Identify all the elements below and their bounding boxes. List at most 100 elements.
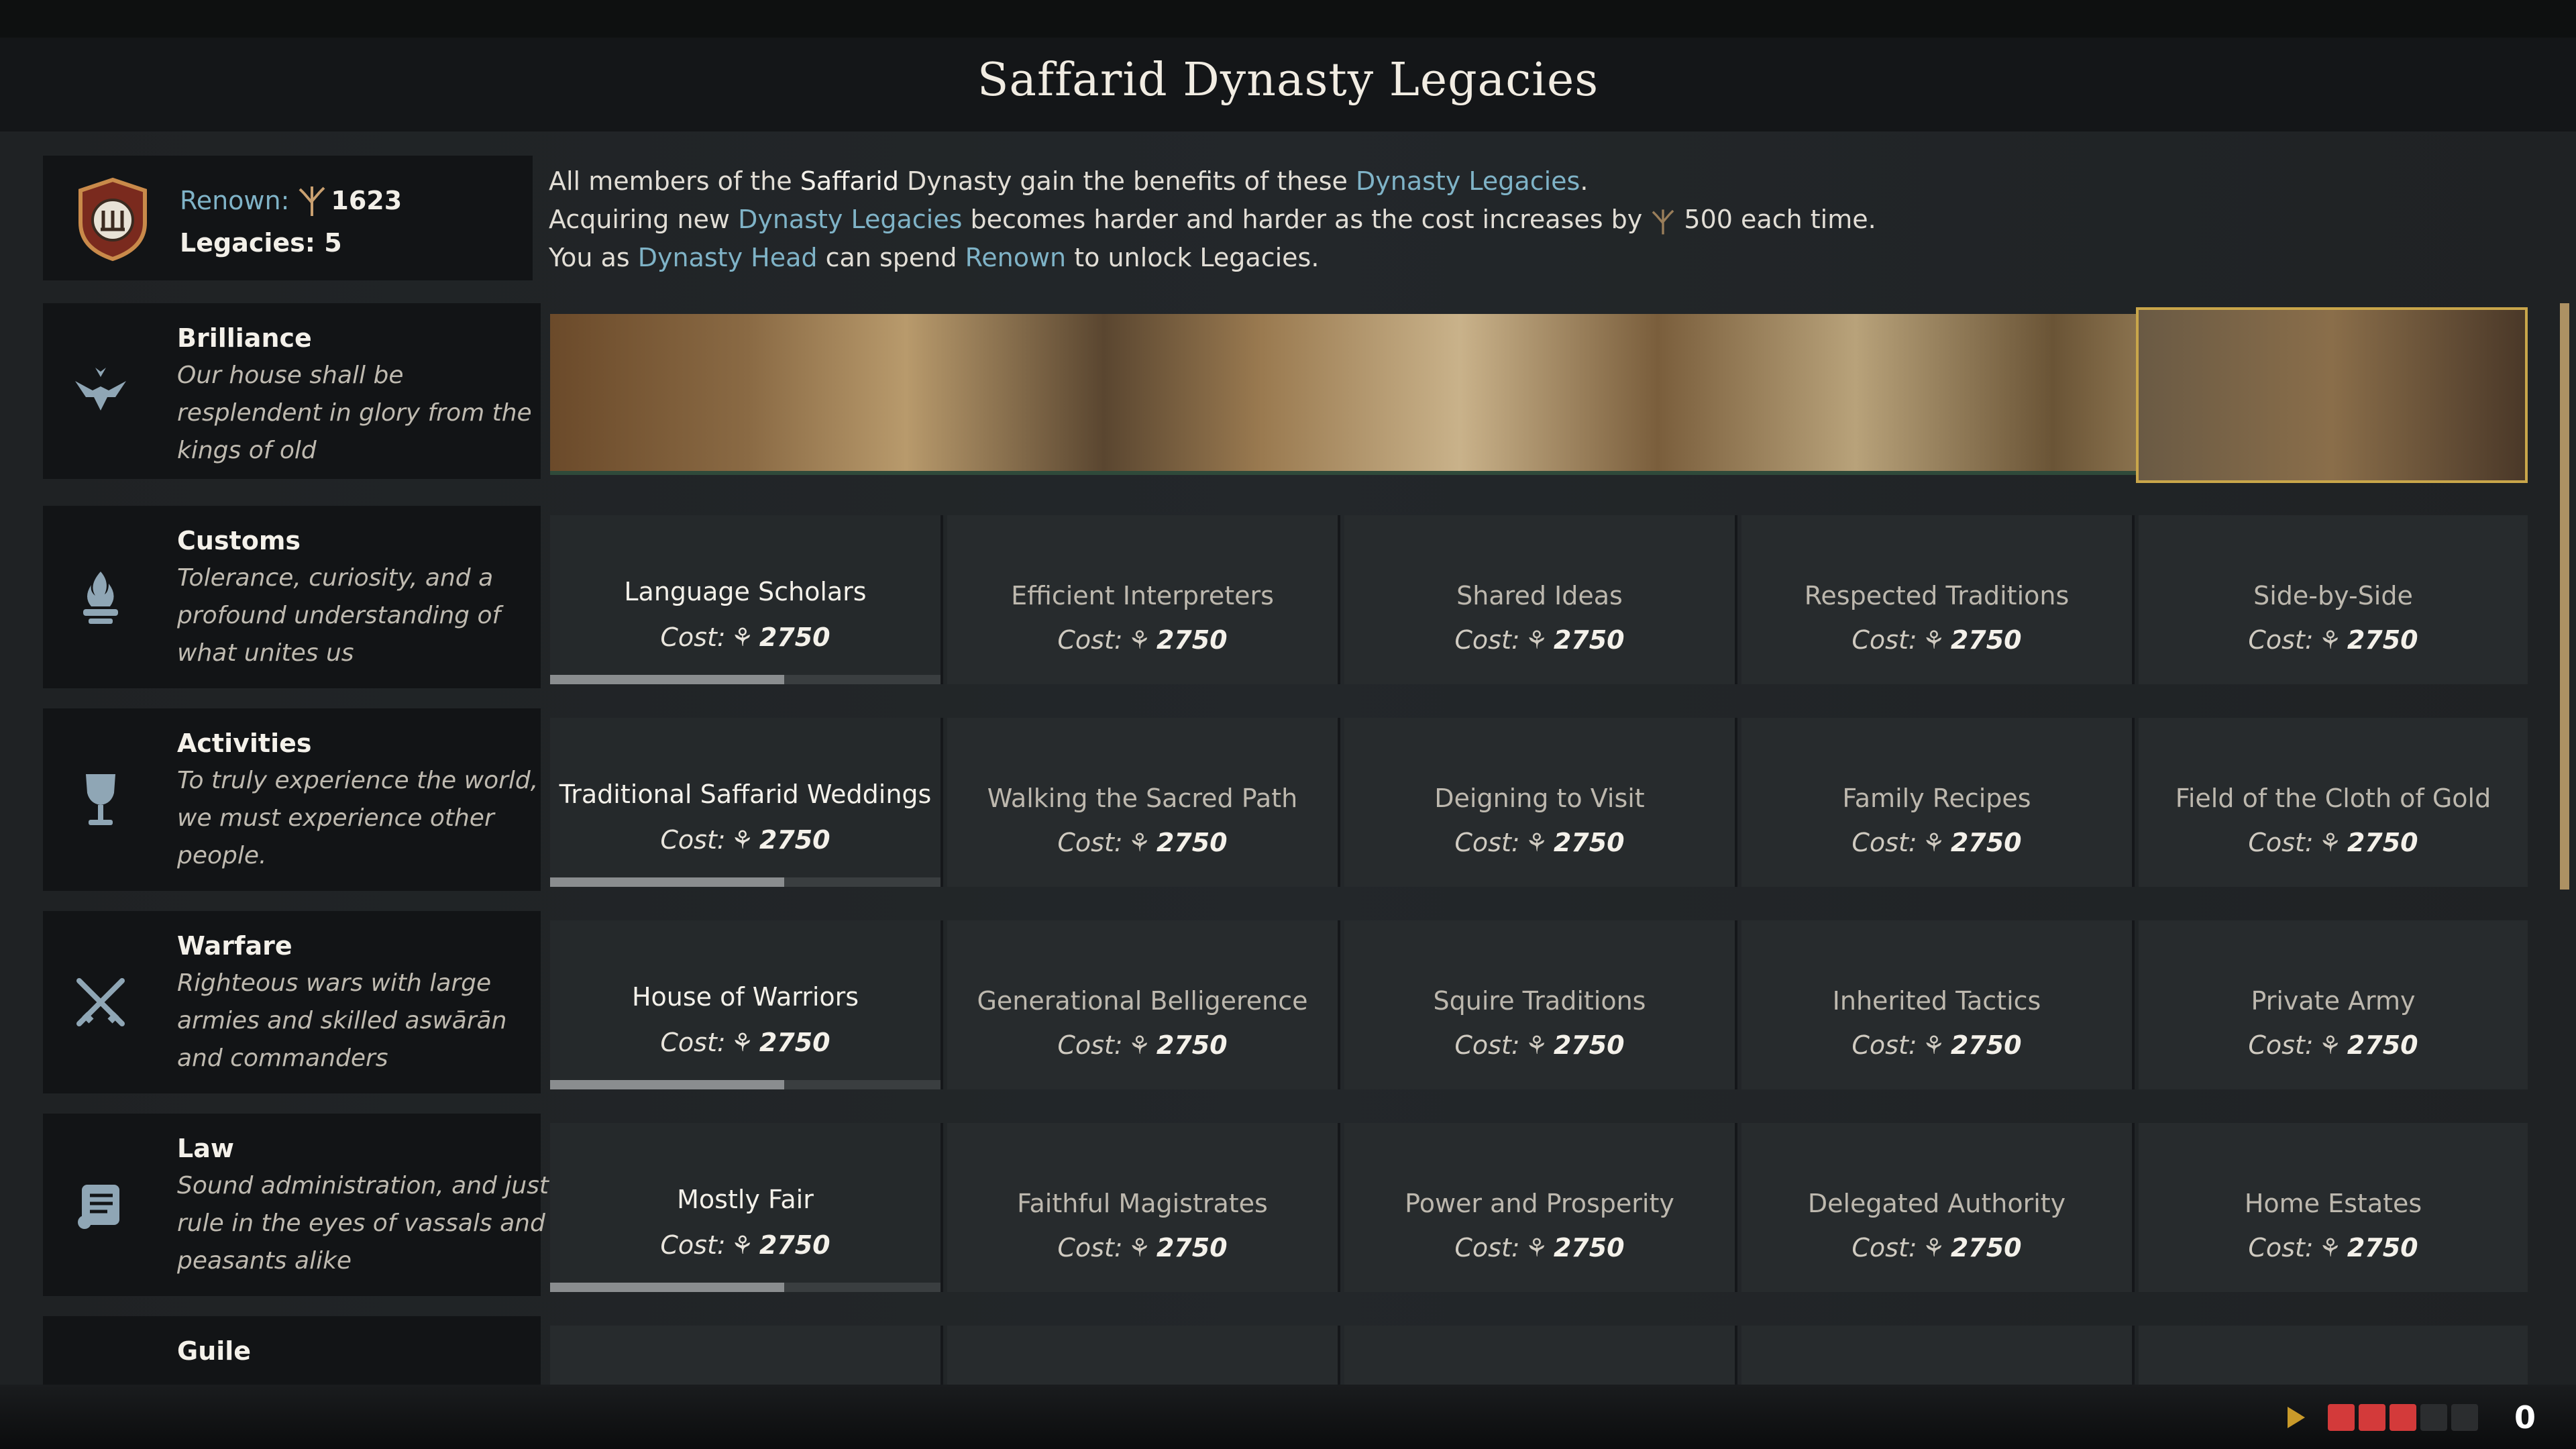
dynasty-legacies-link[interactable]: Dynasty Legacies	[1356, 166, 1580, 196]
legacy-card[interactable]: Deigning to Visit Cost: ⚘ 2750	[1344, 718, 1737, 887]
category-customs[interactable]: Customs Tolerance, curiosity, and a prof…	[43, 506, 541, 688]
legacy-card[interactable]	[1741, 1326, 2135, 1385]
legacy-cost: Cost: ⚘ 2750	[1344, 625, 1735, 655]
legacy-card[interactable]: Efficient Interpreters Cost: ⚘ 2750	[947, 515, 1340, 684]
cost-label: Cost:	[1851, 828, 1917, 857]
cost-value: 2750	[759, 623, 830, 652]
legacy-card[interactable]: Power and Prosperity Cost: ⚘ 2750	[1344, 1123, 1737, 1292]
legacy-card[interactable]: Faithful Magistrates Cost: ⚘ 2750	[947, 1123, 1340, 1292]
legacy-cost: Cost: ⚘ 2750	[2139, 828, 2528, 857]
dynasty-legacies-link[interactable]: Dynasty Legacies	[738, 205, 962, 234]
desc-text: can spend	[825, 243, 957, 272]
desc-text: each time.	[1741, 205, 1876, 234]
scroll-icon	[78, 1185, 119, 1229]
legacy-cost: Cost: ⚘ 2750	[947, 625, 1338, 655]
legacy-cost: Cost: ⚘ 2750	[947, 828, 1338, 857]
cost-label: Cost:	[1454, 828, 1520, 857]
legacy-card[interactable]: Inherited Tactics Cost: ⚘ 2750	[1741, 920, 2135, 1089]
counter-value: 0	[2514, 1399, 2536, 1436]
category-guile[interactable]: Guile	[43, 1316, 541, 1385]
cost-value: 2750	[2347, 828, 2418, 857]
top-resource-bar	[0, 0, 2576, 38]
legacy-card[interactable]: Family Recipes Cost: ⚘ 2750	[1741, 718, 2135, 887]
category-law[interactable]: Law Sound administration, and just rule …	[43, 1114, 549, 1296]
customs-legacy-track: Language Scholars Cost: ⚘ 2750 Efficient…	[550, 515, 2528, 684]
legacy-cost: Cost: ⚘ 2750	[1741, 1233, 2132, 1263]
renown-tree-icon: ⚘	[1130, 1030, 1148, 1060]
legacy-cost: Cost: ⚘ 2750	[550, 1028, 941, 1057]
legacy-card[interactable]: Traditional Saffarid Weddings Cost: ⚘ 27…	[550, 718, 943, 887]
legacy-name: Inherited Tactics	[1832, 986, 2041, 1016]
legacy-card[interactable]	[550, 1326, 943, 1385]
legacy-name: Power and Prosperity	[1405, 1189, 1674, 1218]
legacy-card[interactable]: Mostly Fair Cost: ⚘ 2750	[550, 1123, 943, 1292]
legacy-card[interactable]: Language Scholars Cost: ⚘ 2750	[550, 515, 943, 684]
category-activities[interactable]: Activities To truly experience the world…	[43, 708, 541, 891]
renown-value: 1623	[331, 186, 402, 215]
legacy-card[interactable]: Private Army Cost: ⚘ 2750	[2139, 920, 2528, 1089]
legacy-card[interactable]	[947, 1326, 1340, 1385]
cost-value: 2750	[1950, 1030, 2022, 1060]
category-name: Activities	[177, 729, 312, 758]
legacy-name: Side-by-Side	[2253, 581, 2413, 610]
legacy-name: Private Army	[2251, 986, 2416, 1016]
legacy-card[interactable]: Shared Ideas Cost: ⚘ 2750	[1344, 515, 1737, 684]
speed-pip	[2420, 1404, 2447, 1431]
legacy-card[interactable]: Delegated Authority Cost: ⚘ 2750	[1741, 1123, 2135, 1292]
cost-value: 2750	[1156, 625, 1228, 655]
legacy-card[interactable]: Generational Belligerence Cost: ⚘ 2750	[947, 920, 1340, 1089]
cost-label: Cost:	[1057, 1030, 1123, 1060]
renown-tree-icon: ⚘	[733, 825, 751, 855]
legacy-card[interactable]	[1344, 1326, 1737, 1385]
legacy-card[interactable]: Walking the Sacred Path Cost: ⚘ 2750	[947, 718, 1340, 887]
category-name: Guile	[177, 1336, 252, 1366]
play-icon[interactable]	[2287, 1407, 2305, 1428]
renown-tree-icon: ⚘	[2321, 828, 2339, 857]
speed-pip	[2389, 1404, 2416, 1431]
legacy-card[interactable]: Respected Traditions Cost: ⚘ 2750	[1741, 515, 2135, 684]
cost-value: 2750	[759, 825, 830, 855]
activities-legacy-track: Traditional Saffarid Weddings Cost: ⚘ 27…	[550, 718, 2528, 887]
legacy-card[interactable]: House of Warriors Cost: ⚘ 2750	[550, 920, 943, 1089]
crossed-swords-icon	[76, 978, 125, 1026]
renown-link[interactable]: Renown	[965, 243, 1067, 272]
renown-display[interactable]: Renown: 1623	[180, 184, 402, 217]
speed-indicator[interactable]	[2327, 1404, 2478, 1431]
renown-tree-icon: ⚘	[733, 1028, 751, 1057]
guile-legacy-track	[550, 1326, 2528, 1385]
legacy-name: Mostly Fair	[677, 1185, 814, 1214]
bottom-bar	[0, 1385, 2576, 1449]
dynasty-name: Saffarid	[800, 166, 899, 196]
legacy-card[interactable]: Squire Traditions Cost: ⚘ 2750	[1344, 920, 1737, 1089]
legacy-cost: Cost: ⚘ 2750	[1344, 1233, 1735, 1263]
renown-label: Renown:	[180, 186, 290, 215]
cost-label: Cost:	[2248, 1030, 2314, 1060]
legacy-card[interactable]: Field of the Cloth of Gold Cost: ⚘ 2750	[2139, 718, 2528, 887]
legacy-card[interactable]: Home Estates Cost: ⚘ 2750	[2139, 1123, 2528, 1292]
speed-pip	[2451, 1404, 2478, 1431]
scrollbar[interactable]	[2560, 303, 2569, 890]
legacy-cost: Cost: ⚘ 2750	[1344, 1030, 1735, 1060]
category-warfare[interactable]: Warfare Righteous wars with large armies…	[43, 911, 541, 1093]
legacy-cost: Cost: ⚘ 2750	[2139, 1030, 2528, 1060]
legacies-count: Legacies: 5	[180, 228, 342, 258]
cost-label: Cost:	[1851, 1233, 1917, 1263]
legacy-card[interactable]	[2139, 1326, 2528, 1385]
renown-tree-icon: ⚘	[1925, 625, 1943, 655]
renown-tree-icon: ⚘	[2321, 625, 2339, 655]
brilliance-current-legacy[interactable]	[2136, 307, 2528, 483]
category-name: Customs	[177, 526, 301, 555]
game-speed-controls: 0	[2287, 1399, 2536, 1436]
cost-value: 2750	[1950, 828, 2022, 857]
desc-text: becomes harder and harder as the cost in…	[970, 205, 1643, 234]
legacy-card[interactable]: Side-by-Side Cost: ⚘ 2750	[2139, 515, 2528, 684]
cost-value: 2750	[759, 1230, 830, 1260]
dynasty-crest-icon[interactable]	[70, 176, 156, 262]
goblet-icon	[86, 774, 115, 825]
category-brilliance[interactable]: Brilliance Our house shall be resplenden…	[43, 303, 541, 479]
legacy-name: Efficient Interpreters	[1011, 581, 1274, 610]
category-description: Our house shall be resplendent in glory …	[177, 362, 532, 464]
renown-tree-icon: ⚘	[733, 623, 751, 652]
dynasty-head-link[interactable]: Dynasty Head	[638, 243, 818, 272]
legacy-name: Deigning to Visit	[1434, 784, 1645, 813]
